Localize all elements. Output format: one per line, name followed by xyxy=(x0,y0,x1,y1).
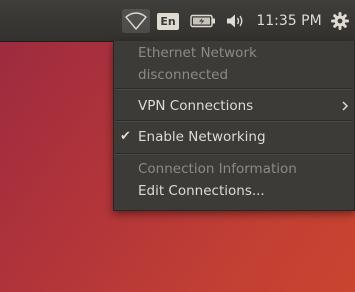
gear-icon xyxy=(331,12,349,30)
system-menu-indicator[interactable] xyxy=(328,9,352,33)
keyboard-layout-indicator[interactable]: En xyxy=(156,9,180,33)
network-indicator[interactable] xyxy=(122,9,150,33)
clock-label: 11:35 PM xyxy=(256,13,322,29)
menu-separator xyxy=(115,120,353,122)
battery-charging-icon xyxy=(190,14,215,28)
enable-networking-item[interactable]: ✔ Enable Networking xyxy=(114,126,354,148)
sound-indicator[interactable] xyxy=(224,9,248,33)
wifi-icon xyxy=(125,12,147,30)
ethernet-status: disconnected xyxy=(138,67,229,83)
vpn-connections-item[interactable]: VPN Connections xyxy=(114,95,354,117)
top-panel: En 11:35 PM xyxy=(0,0,355,42)
speaker-volume-icon xyxy=(227,14,243,28)
battery-indicator[interactable] xyxy=(188,9,218,33)
keyboard-layout-label: En xyxy=(157,12,179,30)
chevron-right-icon xyxy=(342,101,349,111)
connection-information-item[interactable]: Connection Information xyxy=(114,158,354,180)
network-menu: Ethernet Network disconnected VPN Connec… xyxy=(113,41,355,211)
menu-separator xyxy=(115,153,353,155)
menu-separator xyxy=(115,88,353,90)
clock-indicator[interactable]: 11:35 PM xyxy=(256,9,322,33)
ethernet-network-title: Ethernet Network xyxy=(138,45,257,61)
checkmark-icon: ✔ xyxy=(120,129,131,144)
edit-connections-item[interactable]: Edit Connections... xyxy=(114,180,354,202)
